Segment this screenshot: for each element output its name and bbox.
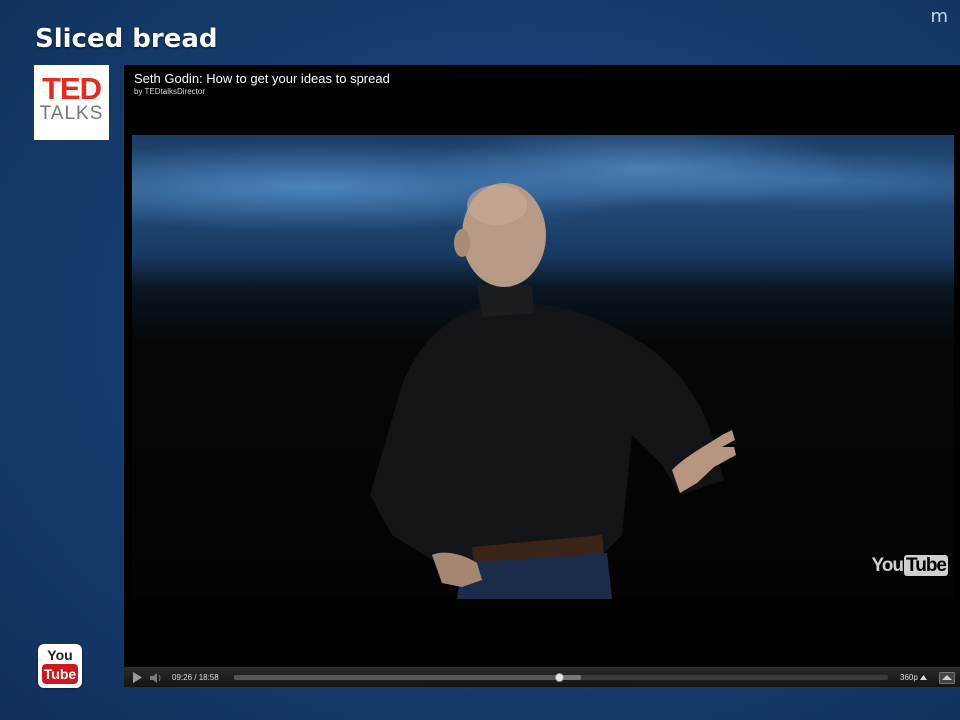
speaker-figure — [370, 183, 736, 599]
quality-selector[interactable]: 360p — [900, 668, 927, 687]
video-player[interactable]: Seth Godin: How to get your ideas to spr… — [124, 65, 960, 687]
progress-played — [234, 675, 560, 680]
progress-handle[interactable] — [555, 673, 565, 682]
progress-bar[interactable] — [234, 673, 888, 682]
player-controls: 09:26 / 18:58 360p — [124, 667, 960, 687]
video-title[interactable]: Seth Godin: How to get your ideas to spr… — [134, 71, 390, 86]
ted-logo-word: TED — [42, 71, 102, 106]
volume-icon — [150, 672, 161, 683]
talks-logo-word: TALKS — [39, 103, 104, 124]
video-uploader[interactable]: by TEDtalksDirector — [134, 87, 205, 96]
youtube-watermark[interactable]: You Tube — [872, 555, 948, 577]
corner-mark: m — [930, 6, 948, 27]
play-button[interactable] — [128, 668, 146, 687]
expand-button[interactable] — [938, 668, 956, 687]
play-icon — [133, 672, 142, 683]
youtube-badge-tube: Tube — [42, 664, 78, 684]
youtube-logo-badge[interactable]: You Tube — [38, 644, 82, 688]
slide-title: Sliced bread — [35, 24, 218, 54]
quality-label: 360p — [900, 673, 918, 682]
watermark-you: You — [871, 555, 905, 576]
video-frame[interactable]: You Tube — [132, 135, 954, 599]
watermark-tube: Tube — [904, 555, 948, 576]
time-display: 09:26 / 18:58 — [172, 673, 219, 682]
ted-talks-logo: TED TALKS — [34, 65, 109, 140]
expand-icon — [939, 671, 955, 684]
volume-button[interactable] — [148, 668, 166, 687]
youtube-badge-you: You — [47, 647, 73, 663]
chevron-up-icon — [919, 675, 927, 680]
